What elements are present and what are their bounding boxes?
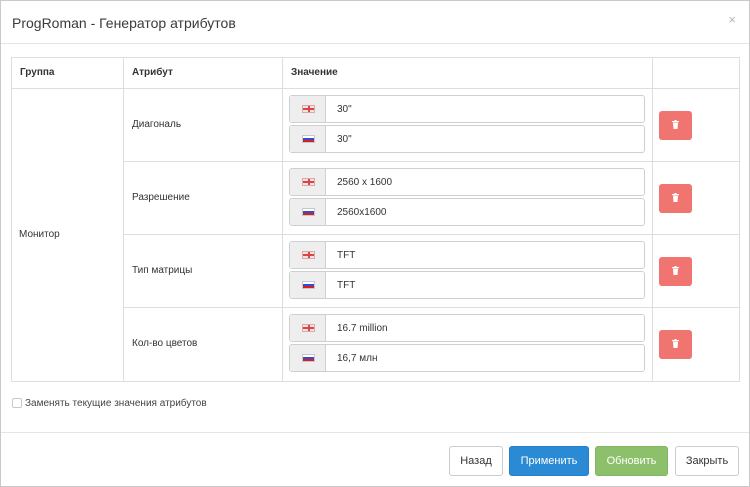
language-addon [290,315,326,341]
value-input-group-en [289,168,645,196]
value-input-ru[interactable] [327,345,644,371]
ru-flag-icon [302,354,315,362]
close-icon[interactable]: × [728,13,736,26]
ru-flag-icon [302,208,315,216]
close-button[interactable]: Закрыть [675,446,739,476]
attribute-label: Диагональ [132,119,182,130]
replace-values-checkbox[interactable] [12,398,22,408]
table-row: Тип матрицы [124,235,740,308]
table-body: Монитор Диагональ 30" 30" Разрешение 256… [12,89,740,381]
language-addon [290,242,326,268]
delete-row-button[interactable] [659,330,692,359]
value-cell [283,162,653,234]
attribute-cell: Кол-во цветов [124,308,283,381]
value-cell [283,89,653,161]
update-button[interactable]: Обновить [595,446,668,476]
language-addon [290,96,326,122]
back-button[interactable]: Назад [449,446,503,476]
delete-row-button[interactable] [659,184,692,213]
value-input-en[interactable] [327,315,644,341]
attribute-label: Кол-во цветов [132,338,198,349]
column-header-value: Значение [283,58,653,88]
trash-icon [672,266,679,275]
attributes-table: Группа Атрибут Значение Монитор Диагонал… [11,57,740,382]
trash-icon [672,193,679,202]
value-input-en[interactable] [327,169,644,195]
action-cell [653,162,740,234]
language-addon [290,272,326,298]
en-flag-icon [302,105,315,113]
delete-row-button[interactable] [659,257,692,286]
value-input-ru[interactable] [327,199,644,225]
language-addon [290,345,326,371]
value-input-group-ru [289,344,645,372]
en-flag-icon [302,251,315,259]
apply-button[interactable]: Применить [509,446,589,476]
value-input-group-en [289,314,645,342]
action-cell [653,89,740,161]
value-input-ru[interactable] [327,126,644,152]
value-input-en[interactable] [327,96,644,122]
value-input-group-en [289,241,645,269]
table-header: Группа Атрибут Значение [12,58,739,89]
language-addon [290,126,326,152]
table-row: Разрешение [124,162,740,235]
modal-title: ProgRoman - Генератор атрибутов [12,15,236,31]
attribute-generator-modal: ProgRoman - Генератор атрибутов × Группа… [0,0,750,487]
group-cell: Монитор [12,89,124,381]
en-flag-icon [302,324,315,332]
value-input-en[interactable] [327,242,644,268]
column-header-attribute: Атрибут [124,58,283,88]
delete-row-button[interactable] [659,111,692,140]
action-cell [653,308,740,381]
action-cell [653,235,740,307]
modal-footer: Назад Применить Обновить Закрыть [1,432,749,487]
ru-flag-icon [302,281,315,289]
language-addon [290,199,326,225]
modal-header: ProgRoman - Генератор атрибутов × [1,1,749,44]
attribute-cell: Диагональ [124,89,283,161]
value-cell [283,235,653,307]
value-cell [283,308,653,381]
table-row: Диагональ [124,89,740,162]
trash-icon [672,120,679,129]
trash-icon [672,339,679,348]
value-input-group-ru [289,125,645,153]
group-label: Монитор [19,229,60,240]
ru-flag-icon [302,135,315,143]
table-row: Кол-во цветов [124,308,740,381]
attribute-label: Тип матрицы [132,265,193,276]
value-input-ru[interactable] [327,272,644,298]
attribute-cell: Тип матрицы [124,235,283,307]
language-addon [290,169,326,195]
column-header-group: Группа [12,58,124,88]
value-input-group-ru [289,198,645,226]
value-input-group-ru [289,271,645,299]
attribute-cell: Разрешение [124,162,283,234]
replace-values-label[interactable]: Заменять текущие значения атрибутов [25,398,207,409]
value-input-group-en [289,95,645,123]
attribute-label: Разрешение [132,192,190,203]
en-flag-icon [302,178,315,186]
column-header-action [653,58,740,88]
